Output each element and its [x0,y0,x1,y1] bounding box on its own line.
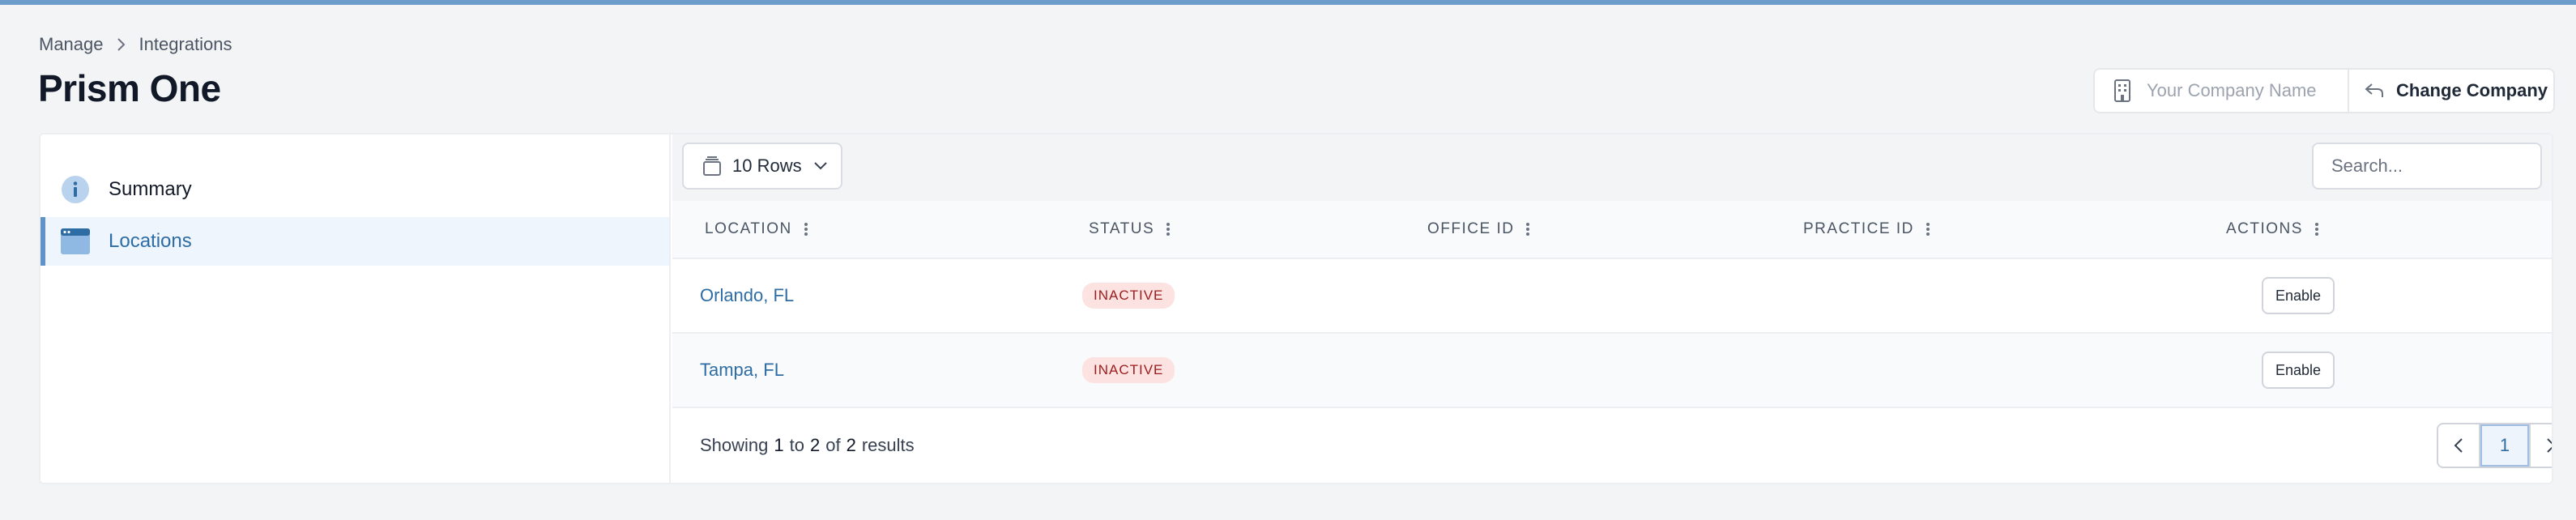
stack-icon [702,156,723,177]
results-prefix: Showing [700,435,769,455]
column-header-status: STATUS [1089,201,1171,258]
pagination: 1 [2437,423,2552,468]
kebab-icon[interactable] [1525,222,1530,237]
locations-table-area: 10 Rows LOCATION STATUS OFFICE ID PRAC [672,134,2552,483]
results-to-word: to [789,435,804,455]
next-page-button[interactable] [2529,424,2552,467]
table-header: LOCATION STATUS OFFICE ID PRACTICE ID AC… [672,201,2552,259]
chevron-down-icon [813,161,828,171]
actions-cell: Enable [2262,259,2335,332]
enable-button[interactable]: Enable [2262,352,2335,389]
results-from: 1 [774,435,784,455]
chevron-right-icon [2546,437,2552,454]
breadcrumb-manage[interactable]: Manage [39,34,104,55]
column-header-label: LOCATION [705,220,792,237]
sidebar-item-label: Locations [109,230,192,252]
search-input[interactable] [2312,143,2542,190]
building-icon [2113,79,2132,103]
status-badge: INACTIVE [1082,357,1175,383]
column-header-label: STATUS [1089,220,1155,237]
table-row: Orlando, FL INACTIVE Enable [672,259,2552,334]
column-header-label: ACTIONS [2226,220,2303,237]
table-row: Tampa, FL INACTIVE Enable [672,334,2552,408]
kebab-icon[interactable] [1926,222,1930,237]
column-header-office-id: OFFICE ID [1427,201,1530,258]
change-company-label: Change Company [2396,80,2548,100]
sidebar-item-label: Summary [109,178,192,200]
enable-button[interactable]: Enable [2262,277,2335,314]
column-header-practice-id: PRACTICE ID [1803,201,1930,258]
location-cell: Tampa, FL [700,334,784,407]
kebab-icon[interactable] [1166,222,1171,237]
table-footer: Showing 1 to 2 of 2 results 1 [672,408,2552,483]
status-cell: INACTIVE [1082,334,1175,407]
results-to: 2 [810,435,821,455]
breadcrumb: Manage Integrations [39,34,232,55]
kebab-icon[interactable] [2314,222,2319,237]
change-company-button[interactable]: Change Company [2349,70,2553,112]
column-header-label: OFFICE ID [1427,220,1515,237]
kebab-icon[interactable] [804,222,808,237]
previous-page-button[interactable] [2438,424,2480,467]
results-total: 2 [846,435,856,455]
sidebar: Summary Locations [41,134,671,483]
rows-per-page-label: 10 Rows [732,156,802,176]
column-header-actions: ACTIONS [2226,201,2319,258]
rows-per-page-dropdown[interactable]: 10 Rows [682,143,842,190]
location-link[interactable]: Orlando, FL [700,285,794,306]
actions-cell: Enable [2262,334,2335,407]
status-badge: INACTIVE [1082,283,1175,309]
results-summary: Showing 1 to 2 of 2 results [700,408,915,483]
status-cell: INACTIVE [1082,259,1175,332]
integration-panel: Summary Locations 10 Rows LOCAT [39,133,2553,484]
company-selector: Change Company [2093,68,2555,113]
results-suffix: results [861,435,915,455]
chevron-left-icon [2454,437,2463,454]
column-header-label: PRACTICE ID [1803,220,1914,237]
info-icon [60,174,91,205]
location-link[interactable]: Tampa, FL [700,360,784,381]
window-icon [60,226,91,257]
sidebar-item-summary[interactable]: Summary [41,165,669,214]
column-header-location: LOCATION [705,201,808,258]
sidebar-item-locations[interactable]: Locations [41,217,669,266]
company-input-wrap [2095,70,2349,112]
company-name-input[interactable] [2147,80,2341,101]
location-cell: Orlando, FL [700,259,794,332]
breadcrumb-integrations[interactable]: Integrations [139,34,232,55]
page-title: Prism One [38,67,221,109]
table-toolbar: 10 Rows [672,134,2552,201]
page-button-current[interactable]: 1 [2480,424,2529,467]
switch-arrow-icon [2364,82,2385,100]
top-accent-bar [0,0,2576,5]
chevron-right-icon [117,37,126,52]
results-of-word: of [825,435,841,455]
